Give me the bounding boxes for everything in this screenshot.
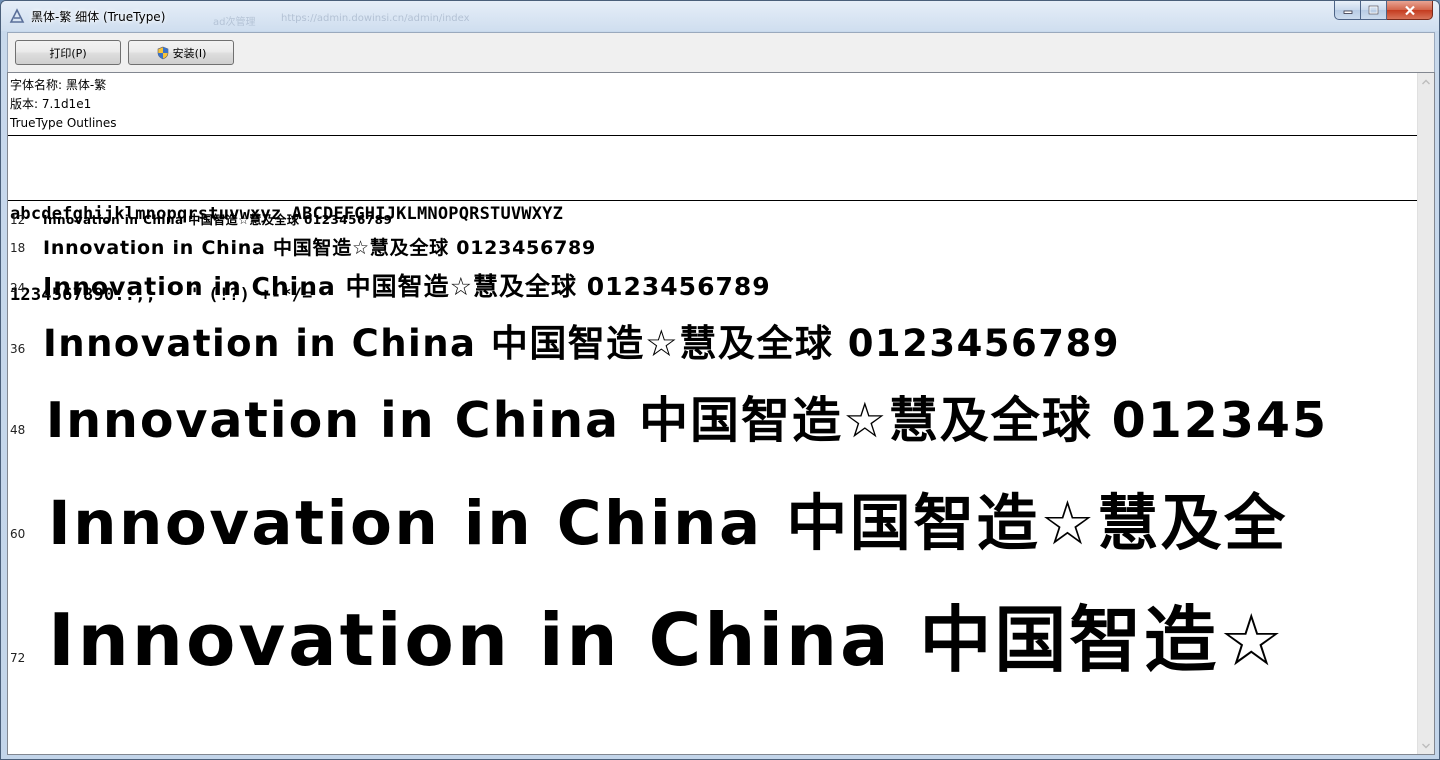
size-sample-text: Innovation in China 中国智造☆ (48, 598, 1287, 677)
size-sample-row: 60 Innovation in China 中国智造☆慧及全 (8, 453, 1418, 553)
caption-buttons (1334, 1, 1433, 21)
font-viewer-icon (9, 8, 25, 23)
chevron-down-icon (1422, 743, 1430, 748)
size-sample-text: Innovation in China 中国智造☆慧及全球 0123456789 (43, 322, 1120, 363)
minimize-button[interactable] (1334, 1, 1361, 20)
size-sample-row: 12 Innovation in China 中国智造☆慧及全球 0123456… (8, 209, 1418, 231)
size-sample-row: 36 Innovation in China 中国智造☆慧及全球 0123456… (8, 309, 1418, 363)
size-label: 24 (10, 281, 26, 295)
maximize-button[interactable] (1361, 1, 1387, 20)
install-button[interactable]: 安装(I) (128, 40, 234, 65)
size-sample-text: Innovation in China 中国智造☆慧及全球 0123456789 (43, 237, 597, 259)
size-sample-text: Innovation in China 中国智造☆慧及全球 012345 (46, 392, 1328, 449)
divider (8, 200, 1418, 201)
size-label: 72 (10, 651, 26, 665)
close-button[interactable] (1387, 1, 1433, 20)
divider (8, 135, 1418, 136)
print-button[interactable]: 打印(P) (15, 40, 121, 65)
size-sample-text: Innovation in China 中国智造☆慧及全 (48, 488, 1288, 553)
size-label: 18 (10, 241, 26, 255)
font-info: 字体名称: 黑体-繁 版本: 7.1d1e1 TrueType Outlines (10, 76, 117, 133)
size-sample-row: 18 Innovation in China 中国智造☆慧及全球 0123456… (8, 231, 1418, 263)
font-outline-type: TrueType Outlines (10, 116, 117, 130)
size-label: 48 (10, 423, 26, 437)
font-preview-pane: 字体名称: 黑体-繁 版本: 7.1d1e1 TrueType Outlines… (7, 72, 1435, 755)
size-label: 12 (10, 213, 26, 227)
scroll-up-button[interactable] (1418, 73, 1434, 90)
size-sample-text: Innovation in China 中国智造☆慧及全球 0123456789 (43, 272, 771, 301)
window-title: 黑体-繁 细体 (TrueType) (31, 10, 166, 24)
size-sample-row: 72 Innovation in China 中国智造☆ (8, 557, 1418, 677)
background-address-text: https://admin.dowinsi.cn/admin/index (281, 13, 470, 24)
scroll-down-button[interactable] (1418, 737, 1434, 754)
install-button-label: 安装(I) (172, 46, 207, 60)
vertical-scrollbar[interactable] (1417, 73, 1434, 754)
size-sample-row: 24 Innovation in China 中国智造☆慧及全球 0123456… (8, 265, 1418, 305)
shield-icon (157, 46, 168, 59)
print-button-label: 打印(P) (49, 46, 87, 60)
chevron-up-icon (1422, 79, 1430, 84)
size-sample-row: 48 Innovation in China 中国智造☆慧及全球 012345 (8, 369, 1418, 449)
title-bar[interactable]: 黑体-繁 细体 (TrueType) ad次管理 https://admin.d… (1, 1, 1439, 31)
size-label: 60 (10, 527, 26, 541)
background-tab-text: ad次管理 (213, 17, 256, 28)
size-sample-text: Innovation in China 中国智造☆慧及全球 0123456789 (43, 213, 393, 227)
size-label: 36 (10, 342, 26, 356)
font-version-label: 版本: 7.1d1e1 (10, 97, 92, 111)
maximize-icon (1368, 5, 1379, 15)
toolbar: 打印(P) 安装(I) (7, 32, 1435, 72)
minimize-icon (1343, 10, 1352, 14)
font-viewer-window: 黑体-繁 细体 (TrueType) ad次管理 https://admin.d… (0, 0, 1440, 760)
close-icon (1404, 5, 1415, 15)
font-name-label: 字体名称: 黑体-繁 (10, 78, 107, 92)
